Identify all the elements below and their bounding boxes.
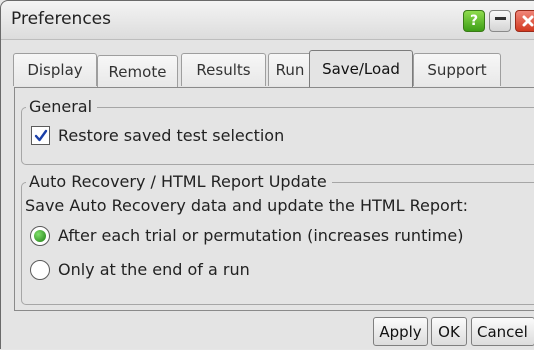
apply-button[interactable]: Apply: [373, 317, 428, 346]
preferences-window: Preferences ? Display Remote Results Run…: [0, 0, 534, 349]
end-of-run-label[interactable]: Only at the end of a run: [58, 260, 250, 279]
title-bar[interactable]: Preferences ?: [1, 1, 534, 40]
ok-button[interactable]: OK: [431, 317, 467, 346]
restore-selection-checkbox[interactable]: [31, 126, 50, 145]
tab-run[interactable]: Run: [268, 53, 312, 86]
minimize-icon: [494, 16, 506, 20]
checkmark-icon: [34, 129, 47, 141]
question-mark-icon: ?: [469, 13, 479, 29]
cancel-button[interactable]: Cancel: [471, 317, 534, 346]
radio-selected-dot: [34, 230, 46, 242]
minimize-button[interactable]: [489, 10, 511, 32]
auto-recovery-legend: Auto Recovery / HTML Report Update: [26, 172, 332, 191]
restore-selection-label[interactable]: Restore saved test selection: [58, 126, 284, 145]
general-group: General Restore saved test selection: [21, 97, 534, 165]
save-load-panel: General Restore saved test selection Aut…: [14, 87, 534, 311]
auto-recovery-group: Auto Recovery / HTML Report Update Save …: [21, 172, 534, 305]
tab-display[interactable]: Display: [13, 53, 97, 86]
close-button[interactable]: [515, 10, 534, 32]
auto-recovery-description: Save Auto Recovery data and update the H…: [25, 196, 469, 215]
dialog-footer: Apply OK Cancel: [1, 311, 534, 350]
radio-after-each-trial[interactable]: [30, 226, 50, 246]
close-icon: [522, 15, 534, 27]
after-each-trial-label[interactable]: After each trial or permutation (increas…: [58, 226, 463, 245]
window-title: Preferences: [11, 9, 111, 29]
tab-support[interactable]: Support: [413, 53, 501, 86]
tab-save-load[interactable]: Save/Load: [309, 50, 413, 87]
tab-results[interactable]: Results: [181, 53, 266, 86]
radio-end-of-run[interactable]: [30, 260, 50, 280]
help-button[interactable]: ?: [463, 10, 485, 32]
general-legend: General: [26, 97, 98, 116]
tab-remote[interactable]: Remote: [97, 55, 178, 87]
